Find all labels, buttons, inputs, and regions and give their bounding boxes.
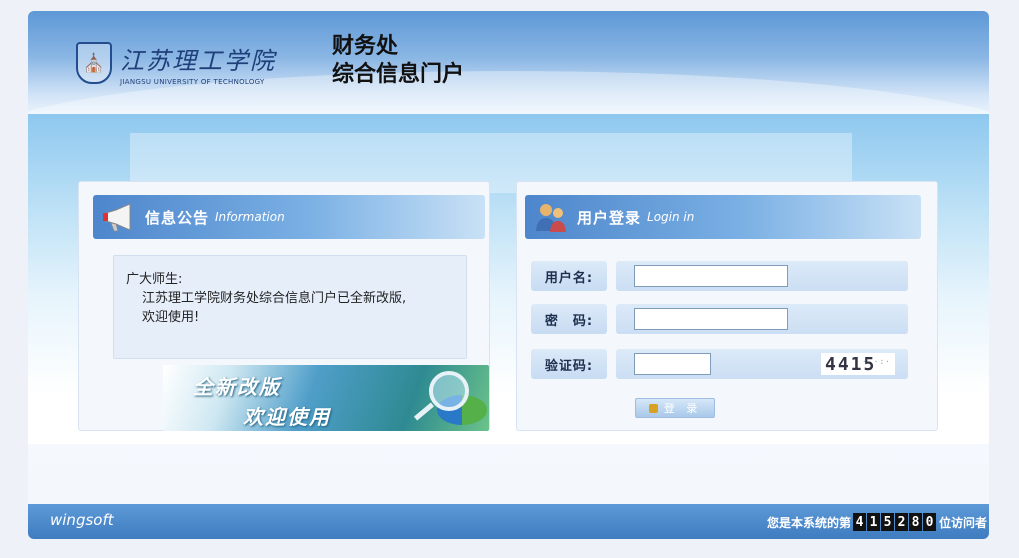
school-name-cn: 江苏理工学院 [120, 46, 276, 75]
notice-line-2: 欢迎使用! [142, 310, 200, 325]
school-name-en: JIANGSU UNIVERSITY OF TECHNOLOGY [120, 77, 265, 86]
users-icon [531, 197, 571, 237]
captcha-input[interactable] [634, 353, 711, 375]
school-logo: ⛪ 江苏理工学院 JIANGSU UNIVERSITY OF TECHNOLOG… [76, 37, 296, 89]
notice-line-1: 江苏理工学院财务处综合信息门户已全新改版, [142, 291, 407, 306]
password-label: 密 码: [531, 304, 607, 334]
password-row: 密 码: [531, 304, 908, 334]
portal-title: 财务处 综合信息门户 [332, 34, 465, 87]
captcha-label: 验证码: [531, 349, 607, 379]
username-input[interactable] [634, 265, 788, 287]
password-input[interactable] [634, 308, 788, 330]
captcha-image[interactable]: 4415 · ·:· [821, 353, 895, 375]
login-panel: 用户登录 Login in 用户名: 密 码: 验证码: 4415 · ·:· [516, 181, 938, 431]
notice-content: 广大师生: 江苏理工学院财务处综合信息门户已全新改版, 欢迎使用! [113, 255, 467, 359]
notice-panel: 信息公告 Information 广大师生: 江苏理工学院财务处综合信息门户已全… [78, 181, 490, 431]
login-panel-header: 用户登录 Login in [525, 195, 921, 239]
megaphone-icon [99, 197, 139, 237]
notice-greeting: 广大师生: [126, 272, 183, 287]
visitor-count: 4 1 5 2 8 0 [852, 513, 937, 531]
lock-icon [648, 403, 658, 413]
magnifier-icon [429, 371, 469, 411]
login-button[interactable]: 登 录 [635, 398, 715, 418]
header: ⛪ 江苏理工学院 JIANGSU UNIVERSITY OF TECHNOLOG… [28, 11, 989, 211]
notice-title: 信息公告 [145, 208, 210, 227]
login-title: 用户登录 [577, 208, 642, 227]
new-version-banner: 全新改版 欢迎使用 [163, 365, 489, 431]
login-title-en: Login in [647, 210, 695, 224]
footer: wingsoft 您是本系统的第 4 1 5 2 8 0 位访问者 [28, 504, 989, 539]
username-row: 用户名: [531, 261, 908, 291]
notice-panel-header: 信息公告 Information [93, 195, 485, 239]
captcha-row: 验证码: 4415 · ·:· [531, 349, 908, 379]
username-label: 用户名: [531, 261, 607, 291]
brand-label: wingsoft [50, 511, 114, 529]
school-emblem-icon: ⛪ [76, 42, 112, 84]
notice-title-en: Information [215, 210, 285, 224]
page-frame: ⛪ 江苏理工学院 JIANGSU UNIVERSITY OF TECHNOLOG… [28, 11, 989, 539]
visitor-counter: 您是本系统的第 4 1 5 2 8 0 位访问者 [766, 513, 987, 531]
